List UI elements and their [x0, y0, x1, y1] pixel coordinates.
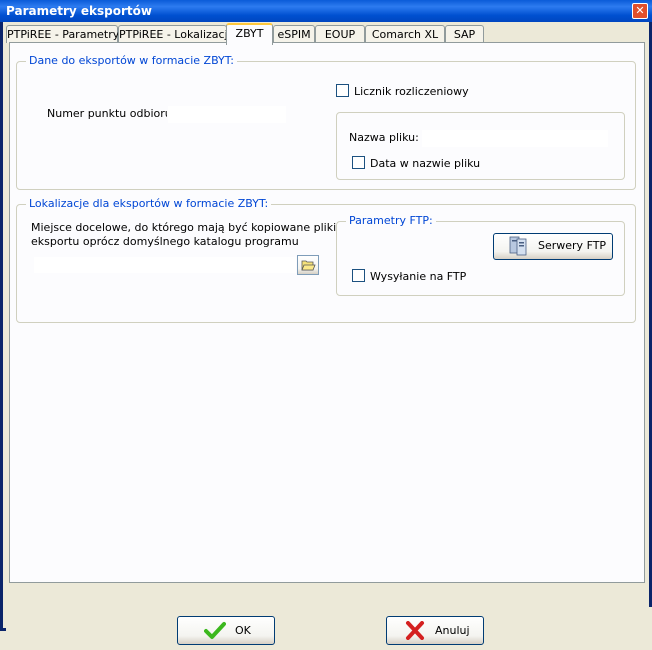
dialog-client: PTPiREE - Parametry PTPiREE - Lokalizacj…	[3, 22, 652, 650]
sciezka-input[interactable]	[33, 256, 297, 274]
dane-group-title: Dane do eksportów w formacie ZBYT:	[26, 54, 237, 67]
serwery-ftp-button[interactable]: Serwery FTP	[493, 233, 613, 260]
serwery-ftp-label: Serwery FTP	[538, 239, 607, 252]
licznik-label: Licznik rozliczeniowy	[354, 85, 469, 98]
lokalizacje-group-title: Lokalizacje dla eksportów w formacie ZBY…	[26, 197, 272, 210]
miejsce-desc-line2: eksportu oprócz domyślnego katalogu prog…	[31, 235, 299, 248]
data-w-nazwie-label: Data w nazwie pliku	[370, 157, 481, 170]
servers-icon	[509, 236, 527, 256]
nazwa-pliku-input[interactable]	[421, 129, 609, 148]
numer-punktu-label: Numer punktu odbioru:	[47, 107, 176, 120]
button-bar: OK Anuluj	[6, 607, 652, 650]
tab-ptpiree-parametry[interactable]: PTPiREE - Parametry	[6, 25, 119, 43]
folder-open-icon	[301, 260, 316, 271]
dane-group: Dane do eksportów w formacie ZBYT: Numer…	[16, 54, 636, 190]
dialog-window: Parametry eksportów ✕ PTPiREE - Parametr…	[0, 0, 652, 650]
title-bar: Parametry eksportów ✕	[0, 0, 652, 22]
close-button[interactable]: ✕	[632, 3, 648, 19]
tab-espim[interactable]: eSPIM	[273, 25, 315, 43]
numer-punktu-input[interactable]	[167, 105, 287, 124]
window-title: Parametry eksportów	[6, 4, 152, 18]
tab-ptpiree-lokalizacja[interactable]: PTPiREE - Lokalizacja	[118, 25, 234, 43]
tab-zbyt[interactable]: ZBYT	[226, 23, 273, 45]
ftp-subgroup: Parametry FTP: Serwery FTP Wysyłanie na …	[336, 214, 625, 296]
miejsce-desc-line1: Miejsce docelowe, do którego mają być ko…	[31, 221, 337, 234]
data-w-nazwie-checkbox[interactable]	[352, 156, 365, 169]
plik-subgroup: Nazwa pliku: Data w nazwie pliku	[336, 112, 625, 180]
wysylanie-ftp-label: Wysyłanie na FTP	[370, 270, 467, 283]
tab-comarch-xl[interactable]: Comarch XL	[365, 25, 445, 43]
licznik-checkbox[interactable]	[336, 84, 349, 97]
nazwa-pliku-label: Nazwa pliku:	[349, 131, 419, 144]
browse-button[interactable]	[297, 255, 319, 275]
tab-eoup[interactable]: EOUP	[315, 25, 365, 43]
tab-panel-zbyt: Dane do eksportów w formacie ZBYT: Numer…	[9, 42, 645, 583]
ftp-group-title: Parametry FTP:	[346, 214, 436, 227]
lokalizacje-group: Lokalizacje dla eksportów w formacie ZBY…	[16, 197, 636, 323]
wysylanie-ftp-checkbox[interactable]	[352, 269, 365, 282]
tab-sap[interactable]: SAP	[445, 25, 484, 43]
